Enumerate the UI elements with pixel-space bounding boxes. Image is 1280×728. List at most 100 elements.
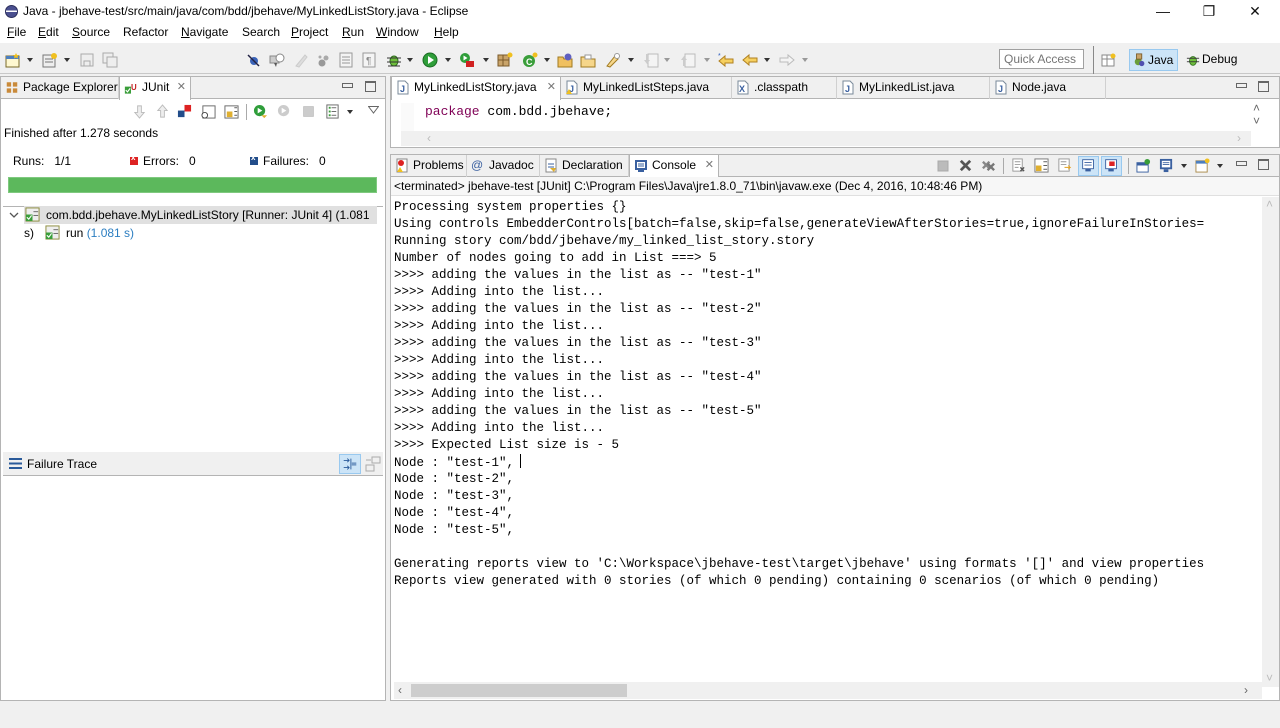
- clear-console-icon[interactable]: [1011, 158, 1026, 173]
- scroll-lock-icon[interactable]: [1034, 158, 1049, 173]
- stop-run-icon[interactable]: [302, 105, 315, 118]
- scroll-right-icon[interactable]: ›: [1237, 131, 1241, 145]
- editor-tab-close-icon[interactable]: ✕: [547, 77, 556, 98]
- run-dropdown[interactable]: [445, 58, 451, 62]
- quick-access-input[interactable]: [999, 49, 1084, 69]
- menu-file[interactable]: File: [7, 25, 26, 39]
- console-scroll-up-icon[interactable]: ˄: [1266, 197, 1273, 211]
- console-output[interactable]: Processing system properties {} Using con…: [394, 199, 1260, 679]
- editor-maximize-icon[interactable]: [1258, 81, 1269, 92]
- open-folder-icon[interactable]: [580, 52, 596, 68]
- forward-dropdown[interactable]: [802, 58, 808, 62]
- previous-failure-icon[interactable]: [155, 104, 170, 119]
- menu-navigate[interactable]: Navigate: [181, 25, 228, 39]
- minimize-view-icon[interactable]: [342, 83, 353, 88]
- display-selected-console-icon[interactable]: [1159, 158, 1174, 173]
- junit-close-icon[interactable]: ✕: [177, 77, 186, 98]
- save-all-icon[interactable]: [102, 52, 118, 68]
- tab-declaration[interactable]: Declaration: [540, 155, 629, 177]
- editor-tab-classpath[interactable]: X .classpath: [732, 77, 837, 99]
- open-console-dropdown[interactable]: [1217, 164, 1223, 168]
- editor-tab-mylinkedliststeps[interactable]: J MyLinkedListSteps.java: [561, 77, 732, 99]
- remove-launch-icon[interactable]: [958, 158, 973, 173]
- previous-annotation-icon[interactable]: [680, 52, 696, 68]
- new-dropdown[interactable]: [27, 58, 33, 62]
- tree-row-test[interactable]: run (1.081 s): [44, 224, 244, 242]
- expand-chevron-icon[interactable]: [9, 210, 19, 220]
- new-class-icon[interactable]: [497, 52, 513, 68]
- next-annotation-icon[interactable]: [643, 52, 659, 68]
- view-menu-icon[interactable]: [368, 106, 379, 114]
- search-icon[interactable]: [605, 52, 621, 68]
- scroll-up-icon[interactable]: ˄: [1253, 101, 1260, 115]
- tree-row-suite[interactable]: com.bdd.jbehave.MyLinkedListStory [Runne…: [24, 206, 377, 240]
- debug-icon[interactable]: [386, 52, 402, 68]
- tab-javadoc[interactable]: @ Javadoc: [467, 155, 540, 177]
- console-scroll-down-icon[interactable]: ˅: [1266, 671, 1273, 685]
- scroll-left-icon[interactable]: ‹: [427, 131, 431, 145]
- back-dropdown[interactable]: [764, 58, 770, 62]
- terminate-icon[interactable]: [937, 160, 949, 172]
- tab-console[interactable]: Console ✕: [629, 155, 719, 178]
- show-console-on-stdout-icon[interactable]: [1078, 156, 1099, 176]
- new-icon[interactable]: [5, 52, 21, 68]
- new-java-class-icon[interactable]: C: [522, 52, 538, 68]
- save-icon[interactable]: [79, 52, 95, 68]
- console-minimize-icon[interactable]: [1236, 161, 1247, 166]
- external-tools-icon[interactable]: [459, 52, 475, 68]
- menu-run[interactable]: Run: [342, 25, 364, 39]
- history-dropdown[interactable]: [347, 110, 353, 114]
- tab-package-explorer[interactable]: Package Explorer: [1, 77, 119, 99]
- menu-help[interactable]: Help: [434, 25, 459, 39]
- toggle-breakpoint-icon[interactable]: [245, 52, 261, 68]
- remove-all-terminated-icon[interactable]: [981, 158, 996, 173]
- perspective-java[interactable]: Java: [1129, 49, 1179, 71]
- rerun-failed-first-icon[interactable]: [277, 104, 292, 119]
- debug-dropdown[interactable]: [407, 58, 413, 62]
- new-java-dropdown[interactable]: [64, 58, 70, 62]
- menu-search[interactable]: Search: [242, 25, 280, 39]
- menu-refactor[interactable]: Refactor: [123, 25, 168, 39]
- filter-stack-trace-icon[interactable]: [339, 454, 361, 474]
- tab-junit[interactable]: U JUnit ✕: [119, 77, 191, 100]
- editor-tab-node[interactable]: J Node.java: [990, 77, 1106, 99]
- console-close-icon[interactable]: ✕: [705, 155, 714, 176]
- compare-result-icon[interactable]: [365, 456, 381, 472]
- last-edit-location-icon[interactable]: *: [718, 52, 734, 68]
- new-java-project-icon[interactable]: [42, 52, 58, 68]
- console-vscroll[interactable]: ˄ ˅: [1262, 197, 1279, 687]
- scroll-lock-icon[interactable]: [224, 104, 239, 119]
- open-console-icon[interactable]: [1195, 158, 1210, 173]
- close-button[interactable]: ✕: [1232, 0, 1278, 23]
- console-scroll-right-icon[interactable]: ›: [1244, 683, 1248, 697]
- new-class-dropdown[interactable]: [544, 58, 550, 62]
- console-hscroll-thumb[interactable]: [411, 684, 627, 697]
- show-skipped-icon[interactable]: [201, 104, 216, 119]
- maximize-view-icon[interactable]: [365, 81, 376, 92]
- code-editor[interactable]: package com.bdd.jbehave;: [401, 103, 1249, 131]
- minimize-button[interactable]: —: [1140, 0, 1186, 23]
- open-project-icon[interactable]: [557, 52, 573, 68]
- menu-project[interactable]: Project: [291, 25, 328, 39]
- menu-window[interactable]: Window: [376, 25, 419, 39]
- editor-minimize-icon[interactable]: [1236, 83, 1247, 88]
- editor-vscroll[interactable]: ˄ ˅: [1249, 101, 1266, 131]
- forward-icon[interactable]: [779, 52, 795, 68]
- editor-tab-mylinkedlist[interactable]: J MyLinkedList.java: [837, 77, 990, 99]
- menu-edit[interactable]: Edit: [38, 25, 59, 39]
- show-console-on-stderr-icon[interactable]: [1101, 156, 1122, 176]
- console-maximize-icon[interactable]: [1258, 159, 1269, 170]
- show-whitespace-icon[interactable]: [338, 52, 354, 68]
- restore-button[interactable]: ❐: [1186, 0, 1232, 23]
- pin-console-icon[interactable]: [1136, 158, 1151, 173]
- next-failure-icon[interactable]: [132, 104, 147, 119]
- show-failures-only-icon[interactable]: [177, 104, 192, 119]
- rerun-test-icon[interactable]: [253, 104, 268, 119]
- open-type-icon[interactable]: [269, 52, 285, 68]
- menu-source[interactable]: Source: [72, 25, 110, 39]
- show-paragraph-icon[interactable]: ¶: [361, 52, 377, 68]
- editor-tab-mylinkedliststory[interactable]: J MyLinkedListStory.java ✕: [391, 77, 561, 100]
- perspective-debug[interactable]: Debug: [1184, 49, 1241, 71]
- previous-annotation-dropdown[interactable]: [704, 58, 710, 62]
- editor-hscroll[interactable]: ‹ ›: [401, 131, 1251, 146]
